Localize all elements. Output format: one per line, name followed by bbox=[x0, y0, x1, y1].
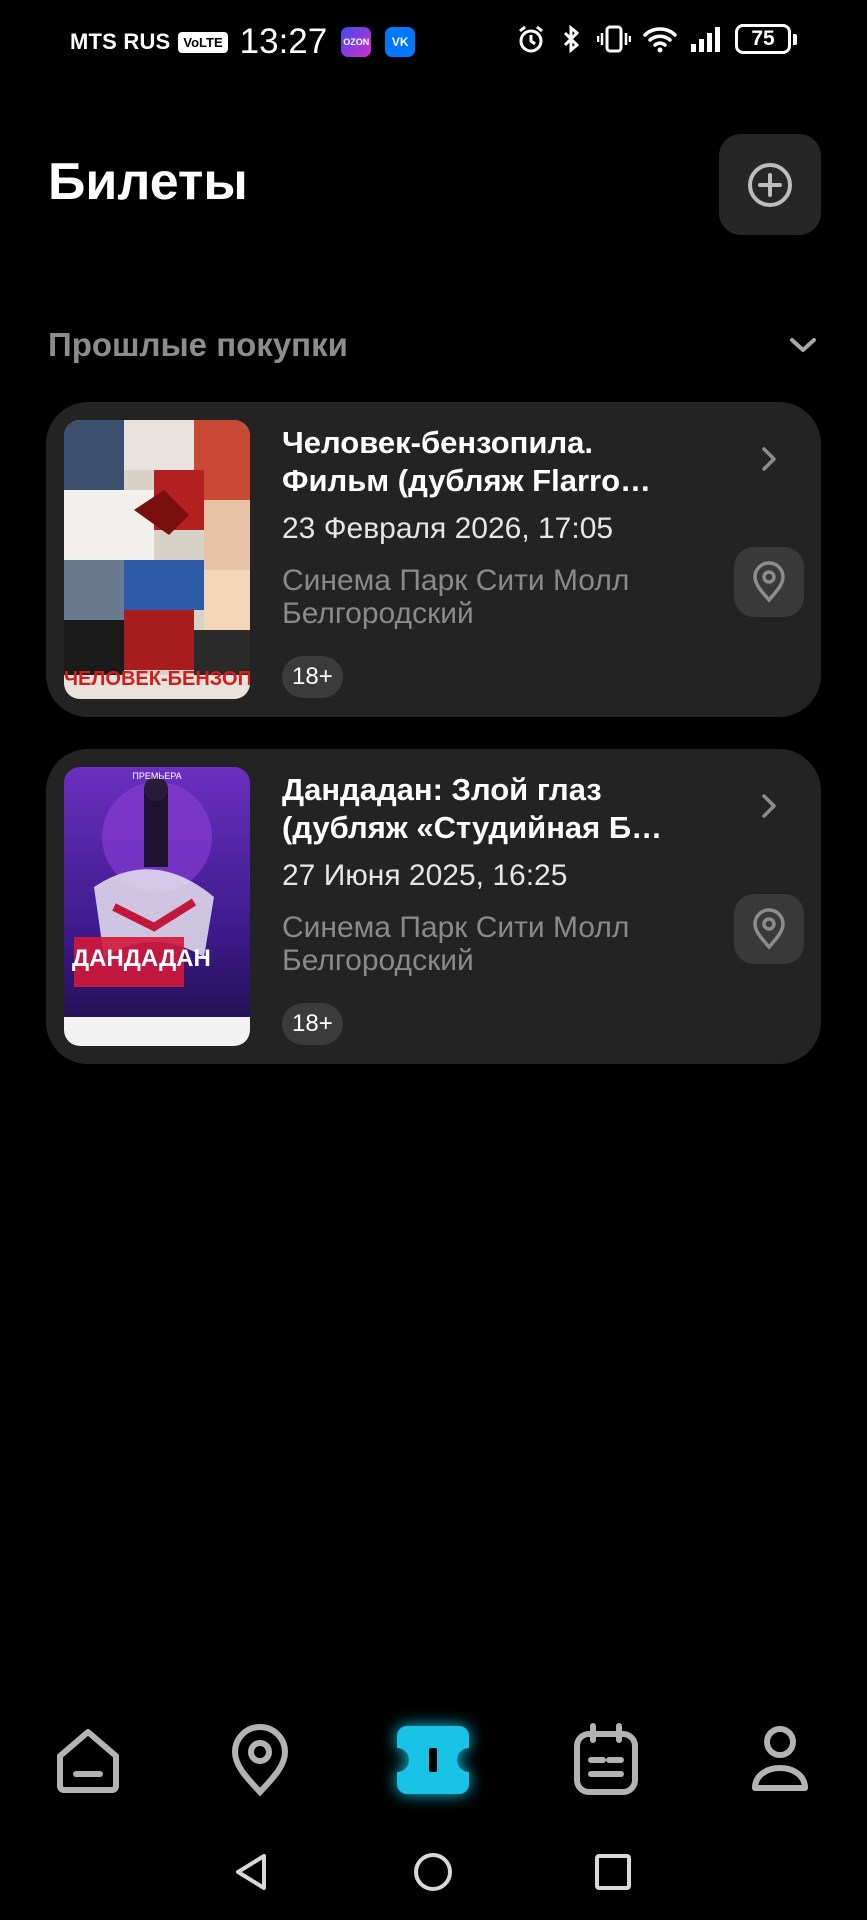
home-icon bbox=[57, 1729, 119, 1793]
session-date: 27 Июня 2025, 16:25 bbox=[282, 859, 568, 892]
chevron-right-icon[interactable] bbox=[756, 442, 782, 476]
ticket-card[interactable]: ПРЕМЬЕРА ДАНДАДАН Дандадан: Злой глаз (д… bbox=[46, 749, 821, 1064]
chevron-down-icon bbox=[790, 338, 816, 352]
age-rating-badge: 18+ bbox=[282, 1003, 343, 1045]
volte-badge: VoLTE bbox=[178, 31, 228, 53]
cinema-name: Синема Парк Сити Молл Белгородский bbox=[282, 564, 702, 630]
poster-title: ЧЕЛОВЕК-БЕНЗОПИЛА bbox=[64, 668, 250, 690]
wifi-icon bbox=[643, 27, 677, 53]
clock: 13:27 bbox=[239, 22, 328, 61]
system-home-button[interactable] bbox=[401, 1840, 465, 1904]
system-navigation bbox=[0, 1840, 867, 1904]
chevron-right-icon[interactable] bbox=[756, 789, 782, 823]
past-purchases-toggle[interactable]: Прошлые покупки bbox=[48, 318, 820, 372]
nav-cinemas[interactable] bbox=[215, 1714, 305, 1806]
plus-circle-icon bbox=[748, 162, 792, 207]
nav-tickets[interactable] bbox=[388, 1714, 478, 1806]
battery-level: 75 bbox=[735, 24, 791, 54]
system-back-button[interactable] bbox=[220, 1840, 284, 1904]
system-recents-button[interactable] bbox=[581, 1840, 645, 1904]
movie-title-line1: Дандадан: Злой глаз bbox=[282, 772, 602, 807]
back-icon bbox=[236, 1854, 266, 1890]
cinema-location-button[interactable] bbox=[734, 894, 804, 964]
battery-icon: 75 bbox=[735, 24, 797, 54]
movie-title-line2: Фильм (дубляж Flarro… bbox=[282, 463, 652, 498]
movie-title: Человек-бензопила. Фильм (дубляж Flarro… bbox=[282, 424, 702, 500]
add-ticket-button[interactable] bbox=[719, 134, 821, 235]
vibrate-icon bbox=[597, 25, 631, 53]
nav-home[interactable] bbox=[43, 1714, 133, 1806]
movie-poster: ЧЕЛОВЕК-БЕНЗОПИЛА bbox=[64, 420, 250, 699]
nav-schedule[interactable] bbox=[561, 1714, 651, 1806]
location-pin-icon bbox=[753, 908, 785, 950]
ticket-icon bbox=[397, 1726, 469, 1794]
home-circle-icon bbox=[414, 1853, 452, 1891]
poster-title: ДАНДАДАН bbox=[72, 945, 211, 972]
cinema-name: Синема Парк Сити Молл Белгородский bbox=[282, 911, 702, 977]
movie-title: Дандадан: Злой глаз (дубляж «Студийная Б… bbox=[282, 771, 702, 847]
vk-icon: VK bbox=[385, 27, 416, 57]
cinema-name-line1: Синема Парк Сити Молл bbox=[282, 911, 630, 944]
status-bar: MTS RUS VoLTE 13:27 OZON VK 75 bbox=[0, 0, 867, 84]
movie-poster: ПРЕМЬЕРА ДАНДАДАН bbox=[64, 767, 250, 1046]
age-rating-badge: 18+ bbox=[282, 656, 343, 698]
poster-premiere-label: ПРЕМЬЕРА bbox=[132, 771, 182, 781]
recents-icon bbox=[595, 1854, 631, 1890]
bluetooth-icon bbox=[563, 24, 580, 54]
bottom-navigation bbox=[0, 1714, 867, 1806]
ticket-card[interactable]: ЧЕЛОВЕК-БЕНЗОПИЛА Человек-бензопила. Фил… bbox=[46, 402, 821, 717]
movie-title-line1: Человек-бензопила. bbox=[282, 425, 593, 460]
page-title: Билеты bbox=[48, 153, 248, 211]
session-date: 23 Февраля 2026, 17:05 bbox=[282, 512, 614, 545]
signal-icon bbox=[691, 27, 720, 52]
location-icon bbox=[231, 1724, 289, 1797]
movie-title-line2: (дубляж «Студийная Б… bbox=[282, 810, 663, 845]
cinema-location-button[interactable] bbox=[734, 547, 804, 617]
alarm-icon bbox=[519, 25, 543, 53]
carrier-label: MTS RUS bbox=[70, 29, 171, 54]
nav-profile[interactable] bbox=[735, 1714, 825, 1806]
location-pin-icon bbox=[753, 561, 785, 603]
cinema-name-line2: Белгородский bbox=[282, 597, 474, 630]
section-title: Прошлые покупки bbox=[48, 326, 348, 363]
calendar-icon bbox=[574, 1723, 638, 1795]
cinema-name-line1: Синема Парк Сити Молл bbox=[282, 564, 630, 597]
cinema-name-line2: Белгородский bbox=[282, 944, 474, 977]
profile-icon bbox=[752, 1726, 808, 1791]
ozon-icon: OZON bbox=[341, 27, 372, 57]
